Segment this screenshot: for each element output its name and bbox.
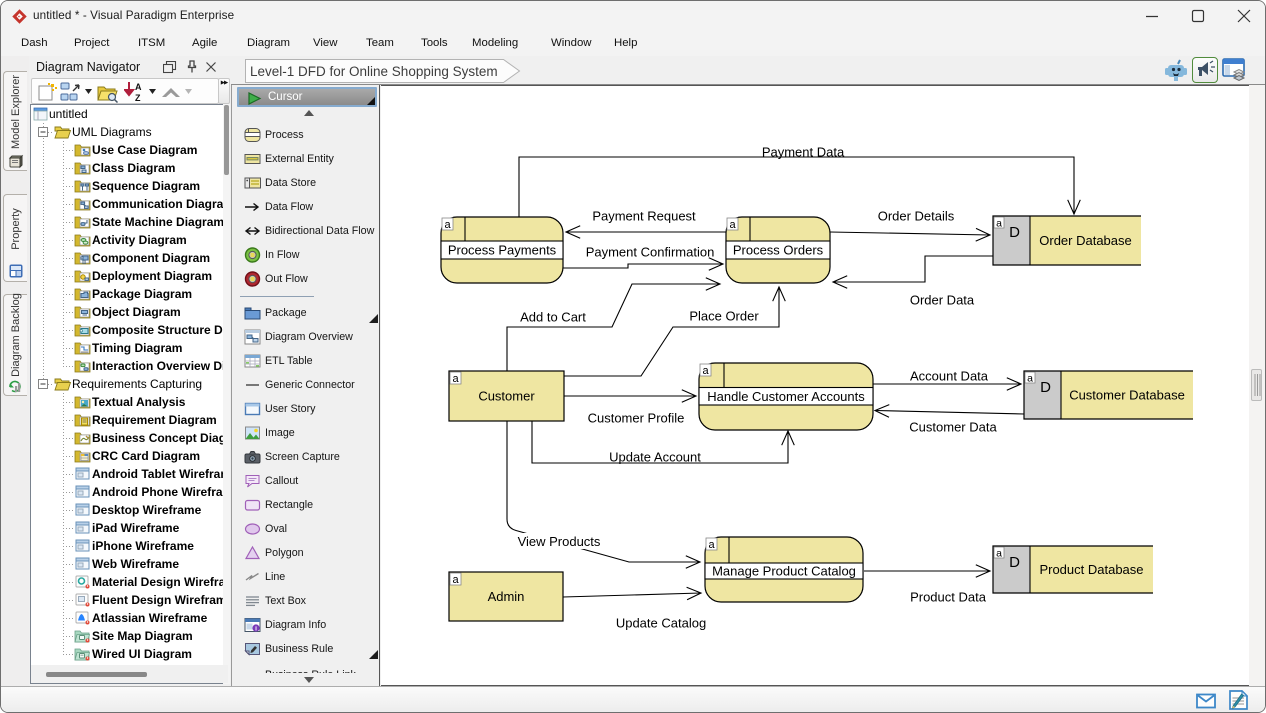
svg-text:Product Database: Product Database <box>1039 562 1143 577</box>
svg-text:▤: ▤ <box>82 259 87 264</box>
svg-text:a: a <box>452 373 459 385</box>
svg-text:Account Data: Account Data <box>910 369 989 384</box>
svg-text:Update Account: Update Account <box>609 450 701 465</box>
svg-text:Customer Data: Customer Data <box>909 420 997 435</box>
svg-text:a: a <box>702 365 709 377</box>
svg-text:D: D <box>1009 224 1020 241</box>
svg-text:Handle Customer Accounts: Handle Customer Accounts <box>707 389 865 404</box>
svg-text:D: D <box>1009 554 1020 571</box>
svg-text:Customer: Customer <box>478 389 535 404</box>
svg-text:Customer Database: Customer Database <box>1069 388 1185 403</box>
svg-text:Manage Product Catalog: Manage Product Catalog <box>712 564 856 579</box>
svg-text:Order Data: Order Data <box>910 293 975 308</box>
svg-text:Admin: Admin <box>488 589 525 604</box>
svg-text:a: a <box>452 574 459 586</box>
svg-text:Order Database: Order Database <box>1039 233 1132 248</box>
svg-text:Level-1 DFD for Online Shoppin: Level-1 DFD for Online Shopping System <box>250 64 498 79</box>
svg-text:Update Catalog: Update Catalog <box>616 616 706 631</box>
svg-text:Product Data: Product Data <box>910 590 987 605</box>
svg-text:Payment Confirmation: Payment Confirmation <box>586 245 715 260</box>
svg-text:Order Details: Order Details <box>878 209 955 224</box>
svg-text:Add to Cart: Add to Cart <box>520 310 586 325</box>
svg-text:Payment Data: Payment Data <box>762 145 845 160</box>
svg-text:Process Orders: Process Orders <box>733 243 824 258</box>
svg-text:a: a <box>444 219 451 231</box>
svg-text:Z: Z <box>135 93 141 103</box>
svg-text:Place Order: Place Order <box>689 309 759 324</box>
svg-text:a: a <box>996 548 1002 560</box>
svg-text:i: i <box>255 625 257 632</box>
svg-text:Process Payments: Process Payments <box>448 243 557 258</box>
svg-text:Payment Request: Payment Request <box>592 209 696 224</box>
svg-text:a: a <box>708 539 715 551</box>
svg-text:View Products: View Products <box>518 534 601 549</box>
svg-text:a: a <box>729 219 736 231</box>
svg-text:Customer Profile: Customer Profile <box>588 411 685 426</box>
svg-text:a: a <box>1027 373 1033 385</box>
svg-text:D: D <box>1040 379 1051 396</box>
svg-text:A: A <box>135 82 142 92</box>
svg-text:a: a <box>996 218 1002 230</box>
